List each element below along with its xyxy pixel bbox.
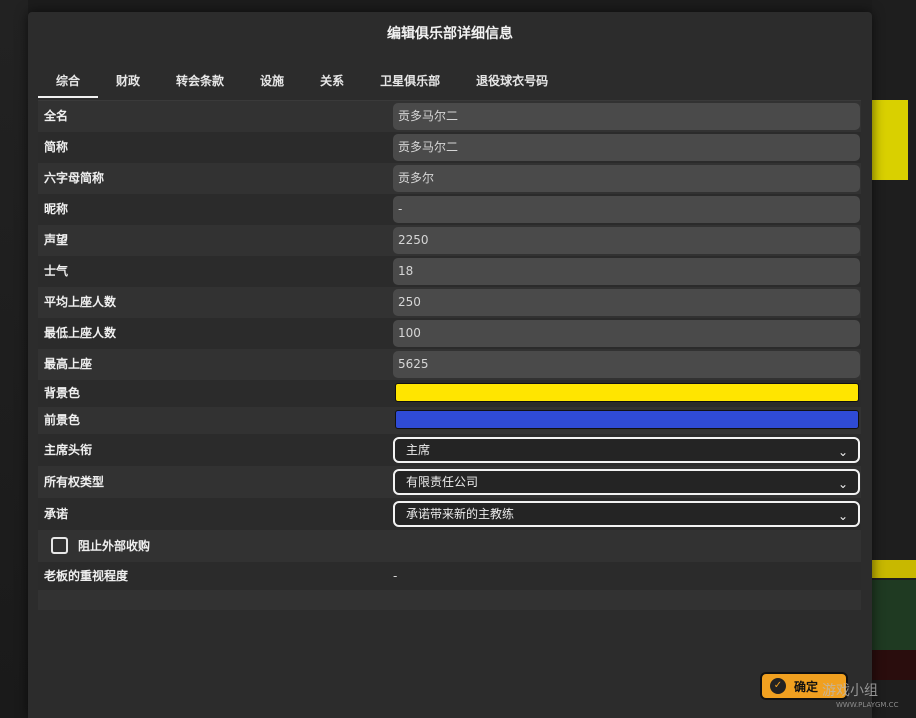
tab-retired-numbers[interactable]: 退役球衣号码 [458,70,566,98]
nickname-input[interactable]: - [393,196,860,223]
chevron-down-icon: ⌄ [837,445,848,459]
row-nickname: 昵称 - [38,194,861,225]
row-min-attendance: 最低上座人数 100 [38,318,861,349]
block-takeover-checkbox[interactable] [51,537,68,554]
tab-finance[interactable]: 财政 [98,70,158,98]
six-letter-input[interactable]: 贡多尔 [393,165,860,192]
label-six-letter: 六字母简称 [44,171,105,185]
row-chairman-title: 主席头衔 主席 ⌄ [38,434,861,466]
promise-select[interactable]: 承诺带来新的主教练 ⌄ [393,501,860,527]
ownership-select[interactable]: 有限责任公司 ⌄ [393,469,860,495]
label-morale: 士气 [44,264,69,278]
chairman-title-value: 主席 [406,443,431,457]
label-chairman-title: 主席头衔 [44,443,93,457]
watermark-url: WWW.PLAYGM.CC [836,701,899,709]
row-reputation: 声望 2250 [38,225,861,256]
row-owner-priority: 老板的重视程度 - [38,562,861,590]
background-yellow-panel [872,100,908,180]
background-left [0,0,28,718]
foreground-color-swatch[interactable] [395,410,859,429]
watermark-text: 游戏小组 [822,683,878,699]
label-max-attendance: 最高上座 [44,357,93,371]
row-empty [38,590,861,610]
row-full-name: 全名 贡多马尔二 [38,101,861,132]
ownership-value: 有限责任公司 [406,475,479,489]
avg-attendance-input[interactable]: 250 [393,289,860,316]
row-block-takeover: 阻止外部收购 [38,530,861,562]
full-name-input[interactable]: 贡多马尔二 [393,103,860,130]
label-block-takeover: 阻止外部收购 [78,539,151,553]
tab-transfer-clauses[interactable]: 转会条款 [158,70,242,98]
owner-priority-value: - [393,569,398,583]
tab-general[interactable]: 综合 [38,70,99,98]
row-six-letter: 六字母简称 贡多尔 [38,163,861,194]
label-min-attendance: 最低上座人数 [44,326,117,340]
label-nickname: 昵称 [44,202,69,216]
short-name-input[interactable]: 贡多马尔二 [393,134,860,161]
confirm-icon: ✓ [770,678,786,694]
label-promise: 承诺 [44,507,69,521]
morale-input[interactable]: 18 [393,258,860,285]
confirm-label: 确定 [794,679,819,694]
background-green-panel [872,580,916,650]
row-foreground-color: 前景色 [38,407,861,434]
tab-bar: 综合 财政 转会条款 设施 关系 卫星俱乐部 退役球衣号码 [38,70,566,100]
chevron-down-icon: ⌄ [837,509,848,523]
min-attendance-input[interactable]: 100 [393,320,860,347]
edit-club-dialog: 编辑俱乐部详细信息 综合 财政 转会条款 设施 关系 卫星俱乐部 退役球衣号码 … [28,12,872,718]
row-morale: 士气 18 [38,256,861,287]
tab-affiliate-clubs[interactable]: 卫星俱乐部 [362,70,458,98]
label-short-name: 简称 [44,140,69,154]
label-full-name: 全名 [44,109,69,123]
chevron-down-icon: ⌄ [837,477,848,491]
reputation-input[interactable]: 2250 [393,227,860,254]
label-reputation: 声望 [44,233,69,247]
promise-value: 承诺带来新的主教练 [406,507,515,521]
row-promise: 承诺 承诺带来新的主教练 ⌄ [38,498,861,530]
background-strip [872,560,916,578]
label-avg-attendance: 平均上座人数 [44,295,117,309]
label-owner-priority: 老板的重视程度 [44,569,129,583]
label-foreground-color: 前景色 [44,413,81,427]
background-right [872,0,916,718]
row-ownership: 所有权类型 有限责任公司 ⌄ [38,466,861,498]
chairman-title-select[interactable]: 主席 ⌄ [393,437,860,463]
row-avg-attendance: 平均上座人数 250 [38,287,861,318]
dialog-title: 编辑俱乐部详细信息 [387,26,513,42]
max-attendance-input[interactable]: 5625 [393,351,860,378]
background-red-panel [872,650,916,680]
row-short-name: 简称 贡多马尔二 [38,132,861,163]
row-max-attendance: 最高上座 5625 [38,349,861,380]
label-ownership: 所有权类型 [44,475,105,489]
label-background-color: 背景色 [44,386,81,400]
tab-relations[interactable]: 关系 [302,70,362,98]
row-background-color: 背景色 [38,380,861,407]
background-color-swatch[interactable] [395,383,859,402]
tab-facilities[interactable]: 设施 [242,70,302,98]
form-rows: 全名 贡多马尔二 简称 贡多马尔二 六字母简称 贡多尔 昵称 - 声望 2250… [38,101,861,610]
